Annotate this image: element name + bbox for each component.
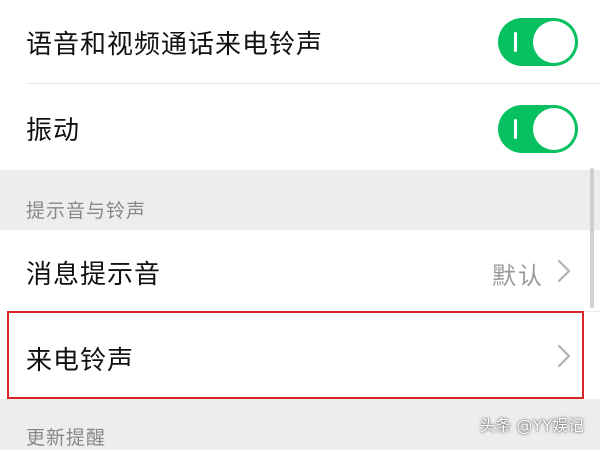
call-ringtone-row: 语音和视频通话来电铃声: [0, 0, 600, 84]
chevron-right-icon: [554, 342, 574, 370]
section-title-updates: 更新提醒: [26, 427, 107, 449]
ringtone-label: 来电铃声: [26, 346, 135, 376]
toggle-on-mark-icon: [514, 32, 517, 52]
ringtone-row[interactable]: 来电铃声: [0, 312, 600, 399]
section-header-sounds: 提示音与铃声: [0, 170, 600, 230]
call-ringtone-label: 语音和视频通话来电铃声: [26, 30, 324, 60]
scrollbar[interactable]: [590, 168, 594, 308]
toggle-knob: [533, 108, 575, 150]
vibration-toggle[interactable]: [498, 105, 578, 153]
section-title-sounds: 提示音与铃声: [26, 200, 147, 222]
chevron-right-icon: [554, 257, 574, 285]
call-ringtone-toggle[interactable]: [498, 18, 578, 66]
message-tone-value: 默认: [492, 262, 544, 290]
toggle-on-mark-icon: [514, 119, 517, 139]
message-tone-label: 消息提示音: [26, 260, 162, 290]
message-tone-row[interactable]: 消息提示音 默认: [0, 230, 600, 312]
vibration-row: 振动: [0, 84, 600, 170]
vibration-label: 振动: [26, 116, 81, 146]
toggle-knob: [533, 21, 575, 63]
watermark: 头条 @YY娱记: [479, 416, 584, 435]
